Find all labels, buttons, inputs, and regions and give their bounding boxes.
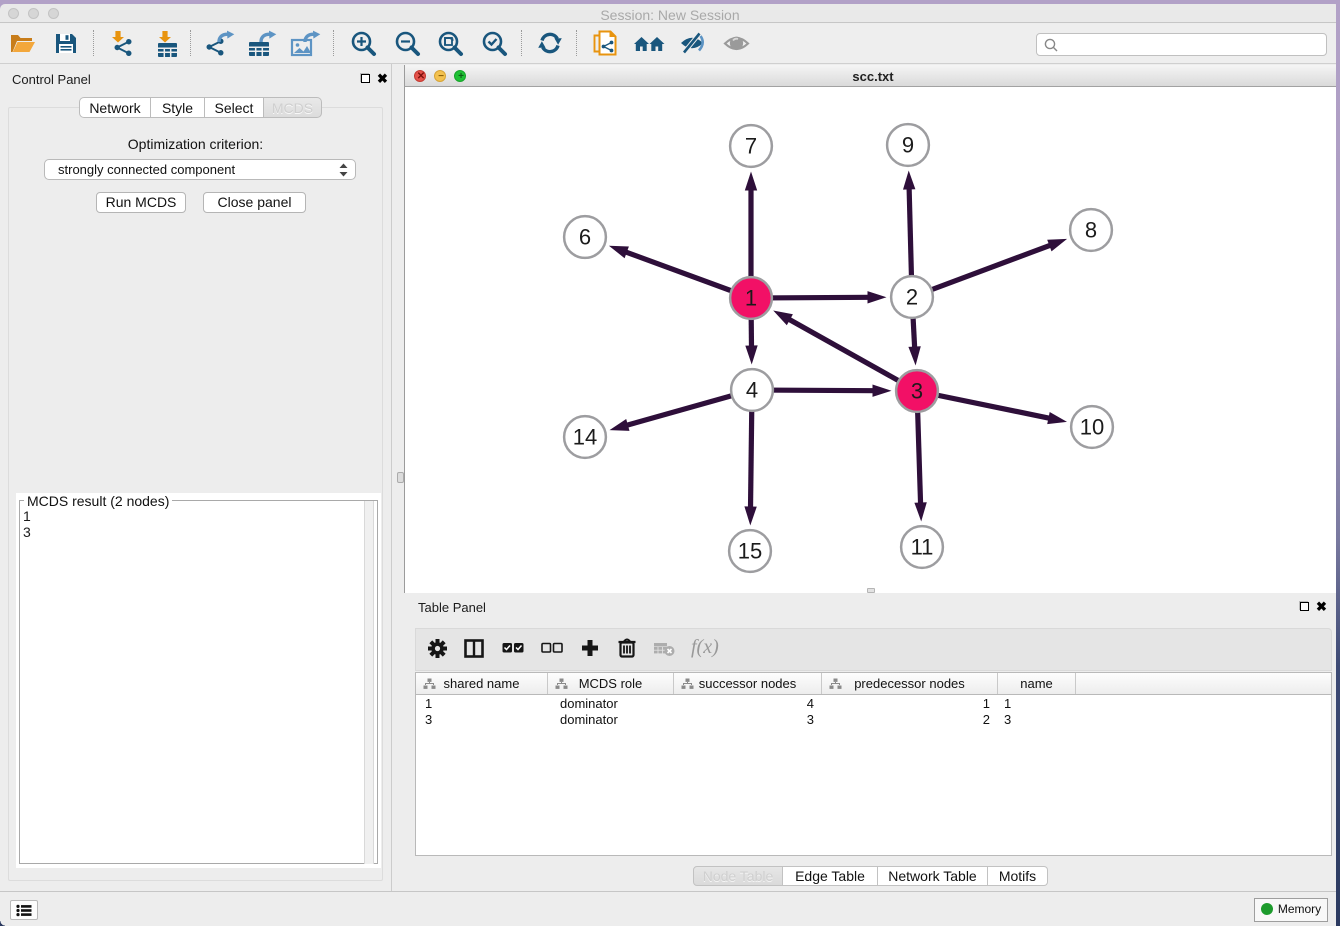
svg-text:9: 9 bbox=[902, 133, 914, 158]
svg-text:15: 15 bbox=[738, 539, 762, 564]
svg-text:14: 14 bbox=[573, 425, 597, 450]
svg-text:4: 4 bbox=[746, 378, 758, 403]
svg-text:2: 2 bbox=[906, 285, 918, 310]
svg-text:6: 6 bbox=[579, 225, 591, 250]
svg-text:3: 3 bbox=[911, 379, 923, 404]
svg-text:11: 11 bbox=[911, 535, 934, 560]
svg-text:8: 8 bbox=[1085, 218, 1097, 243]
svg-text:7: 7 bbox=[745, 134, 757, 159]
svg-text:1: 1 bbox=[745, 286, 757, 311]
svg-text:10: 10 bbox=[1080, 415, 1104, 440]
